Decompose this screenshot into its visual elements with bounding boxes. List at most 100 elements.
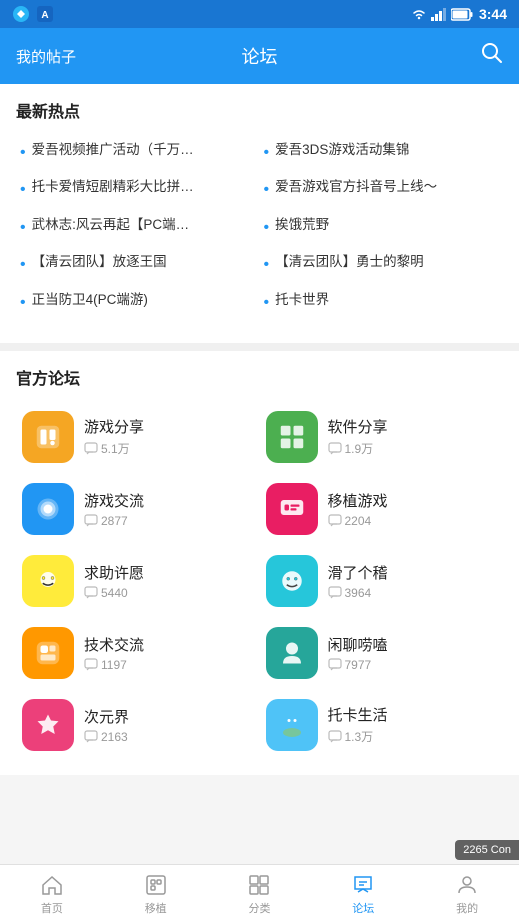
hot-item-text: 正当防卫4(PC端游) xyxy=(32,291,148,310)
forum-item[interactable]: 技术交流 1197 xyxy=(16,617,260,689)
profile-icon xyxy=(455,873,479,897)
bullet-icon: • xyxy=(20,254,26,276)
bullet-icon: • xyxy=(264,142,270,164)
migrate-icon xyxy=(144,873,168,897)
forum-item[interactable]: 次元界 2163 xyxy=(16,689,260,761)
forum-item[interactable]: 游戏分享 5.1万 xyxy=(16,401,260,473)
comment-icon xyxy=(84,658,98,672)
forum-item-name: 滑了个稽 xyxy=(328,562,388,583)
bullet-icon: • xyxy=(264,254,270,276)
forum-item-name: 托卡生活 xyxy=(328,704,388,725)
forum-item-name: 游戏分享 xyxy=(84,416,144,437)
forum-item[interactable]: 游戏交流 2877 xyxy=(16,473,260,545)
bottom-nav: 首页 移植 分类 论坛 我的 xyxy=(0,864,519,924)
forum-item-icon xyxy=(22,483,74,535)
nav-item-forum[interactable]: 论坛 xyxy=(311,867,415,922)
forum-item-icon xyxy=(266,555,318,607)
nav-item-home[interactable]: 首页 xyxy=(0,867,104,922)
forum-item-name: 软件分享 xyxy=(328,416,388,437)
forum-item-count: 2204 xyxy=(328,514,388,528)
forum-item-icon xyxy=(22,627,74,679)
status-left-icons: A xyxy=(12,5,54,23)
nav-item-profile[interactable]: 我的 xyxy=(415,867,519,922)
search-button[interactable] xyxy=(481,42,503,70)
status-bar: A 3:44 xyxy=(0,0,519,28)
hot-item-text: 【清云团队】勇士的黎明 xyxy=(275,253,424,272)
forum-item[interactable]: 滑了个稽 3964 xyxy=(260,545,504,617)
nav-item-category[interactable]: 分类 xyxy=(208,867,312,922)
list-item[interactable]: • 托卡爱情短剧精彩大比拼… xyxy=(16,171,260,208)
svg-text:A: A xyxy=(41,10,48,21)
forum-item-info: 托卡生活 1.3万 xyxy=(328,704,388,745)
forum-item-icon xyxy=(22,555,74,607)
bullet-icon: • xyxy=(20,292,26,314)
forum-item-name: 闲聊唠嗑 xyxy=(328,634,388,655)
battery-icon xyxy=(451,8,473,21)
forum-item-icon xyxy=(266,699,318,751)
status-right-icons: 3:44 xyxy=(411,6,507,22)
comment-icon xyxy=(84,730,98,744)
forum-item-name: 次元界 xyxy=(84,706,129,727)
hot-item-text: 托卡爱情短剧精彩大比拼… xyxy=(32,178,194,197)
forum-section-title: 官方论坛 xyxy=(16,365,503,389)
forum-item-info: 求助许愿 5440 xyxy=(84,562,144,600)
list-item[interactable]: • 【清云团队】勇士的黎明 xyxy=(260,246,504,283)
bullet-icon: • xyxy=(20,142,26,164)
status-time: 3:44 xyxy=(479,6,507,22)
list-item[interactable]: • 武林志:风云再起【PC端… xyxy=(16,209,260,246)
hot-item-text: 爱吾视频推广活动（千万… xyxy=(32,141,194,160)
comment-icon xyxy=(328,586,342,600)
list-item[interactable]: • 正当防卫4(PC端游) xyxy=(16,284,260,321)
list-item[interactable]: • 爱吾游戏官方抖音号上线～ xyxy=(260,171,504,208)
forum-item-info: 游戏交流 2877 xyxy=(84,490,144,528)
bullet-icon: • xyxy=(264,292,270,314)
forum-item-count: 1.9万 xyxy=(328,440,388,457)
list-item[interactable]: • 爱吾3DS游戏活动集锦 xyxy=(260,134,504,171)
nav-label-migrate: 移植 xyxy=(145,900,167,916)
forum-item-name: 求助许愿 xyxy=(84,562,144,583)
forum-item[interactable]: 闲聊唠嗑 7977 xyxy=(260,617,504,689)
hot-item-text: 托卡世界 xyxy=(275,291,329,310)
forum-item-count: 7977 xyxy=(328,658,388,672)
nav-label-forum: 论坛 xyxy=(352,900,374,916)
bullet-icon: • xyxy=(20,179,26,201)
hot-item-text: 【清云团队】放逐王国 xyxy=(32,253,167,272)
forum-icon xyxy=(351,873,375,897)
hot-item-text: 爱吾3DS游戏活动集锦 xyxy=(275,141,409,160)
forum-item-icon xyxy=(266,483,318,535)
list-item[interactable]: • 托卡世界 xyxy=(260,284,504,321)
forum-item-info: 游戏分享 5.1万 xyxy=(84,416,144,457)
category-icon xyxy=(247,873,271,897)
my-posts-link[interactable]: 我的帖子 xyxy=(16,46,76,67)
list-item[interactable]: • 【清云团队】放逐王国 xyxy=(16,246,260,283)
nav-item-migrate[interactable]: 移植 xyxy=(104,867,208,922)
nav-label-category: 分类 xyxy=(248,900,270,916)
watermark-text: 2265 Con xyxy=(463,844,511,856)
hot-section: 最新热点 • 爱吾视频推广活动（千万… • 爱吾3DS游戏活动集锦 • 托卡爱情… xyxy=(0,84,519,335)
forum-item-count: 5440 xyxy=(84,586,144,600)
page-title: 论坛 xyxy=(242,43,278,69)
forum-section: 官方论坛 游戏分享 5.1万 软件分享 xyxy=(0,351,519,775)
app-icon-2: A xyxy=(36,5,54,23)
list-item[interactable]: • 爱吾视频推广活动（千万… xyxy=(16,134,260,171)
forum-item[interactable]: 移植游戏 2204 xyxy=(260,473,504,545)
signal-icon xyxy=(431,8,447,21)
comment-icon xyxy=(328,658,342,672)
comment-icon xyxy=(328,730,342,744)
nav-label-profile: 我的 xyxy=(456,900,478,916)
nav-label-home: 首页 xyxy=(41,900,63,916)
comment-icon xyxy=(84,586,98,600)
forum-item[interactable]: 托卡生活 1.3万 xyxy=(260,689,504,761)
forum-item[interactable]: 求助许愿 5440 xyxy=(16,545,260,617)
forum-item[interactable]: 软件分享 1.9万 xyxy=(260,401,504,473)
forum-item-info: 闲聊唠嗑 7977 xyxy=(328,634,388,672)
header: 我的帖子 论坛 xyxy=(0,28,519,84)
forum-grid: 游戏分享 5.1万 软件分享 1.9万 xyxy=(16,401,503,761)
hot-item-text: 爱吾游戏官方抖音号上线～ xyxy=(275,178,437,197)
forum-item-count: 1197 xyxy=(84,658,144,672)
comment-icon xyxy=(84,442,98,456)
forum-item-info: 滑了个稽 3964 xyxy=(328,562,388,600)
list-item[interactable]: • 挨饿荒野 xyxy=(260,209,504,246)
watermark: 2265 Con xyxy=(455,840,519,860)
main-content: 最新热点 • 爱吾视频推广活动（千万… • 爱吾3DS游戏活动集锦 • 托卡爱情… xyxy=(0,84,519,775)
